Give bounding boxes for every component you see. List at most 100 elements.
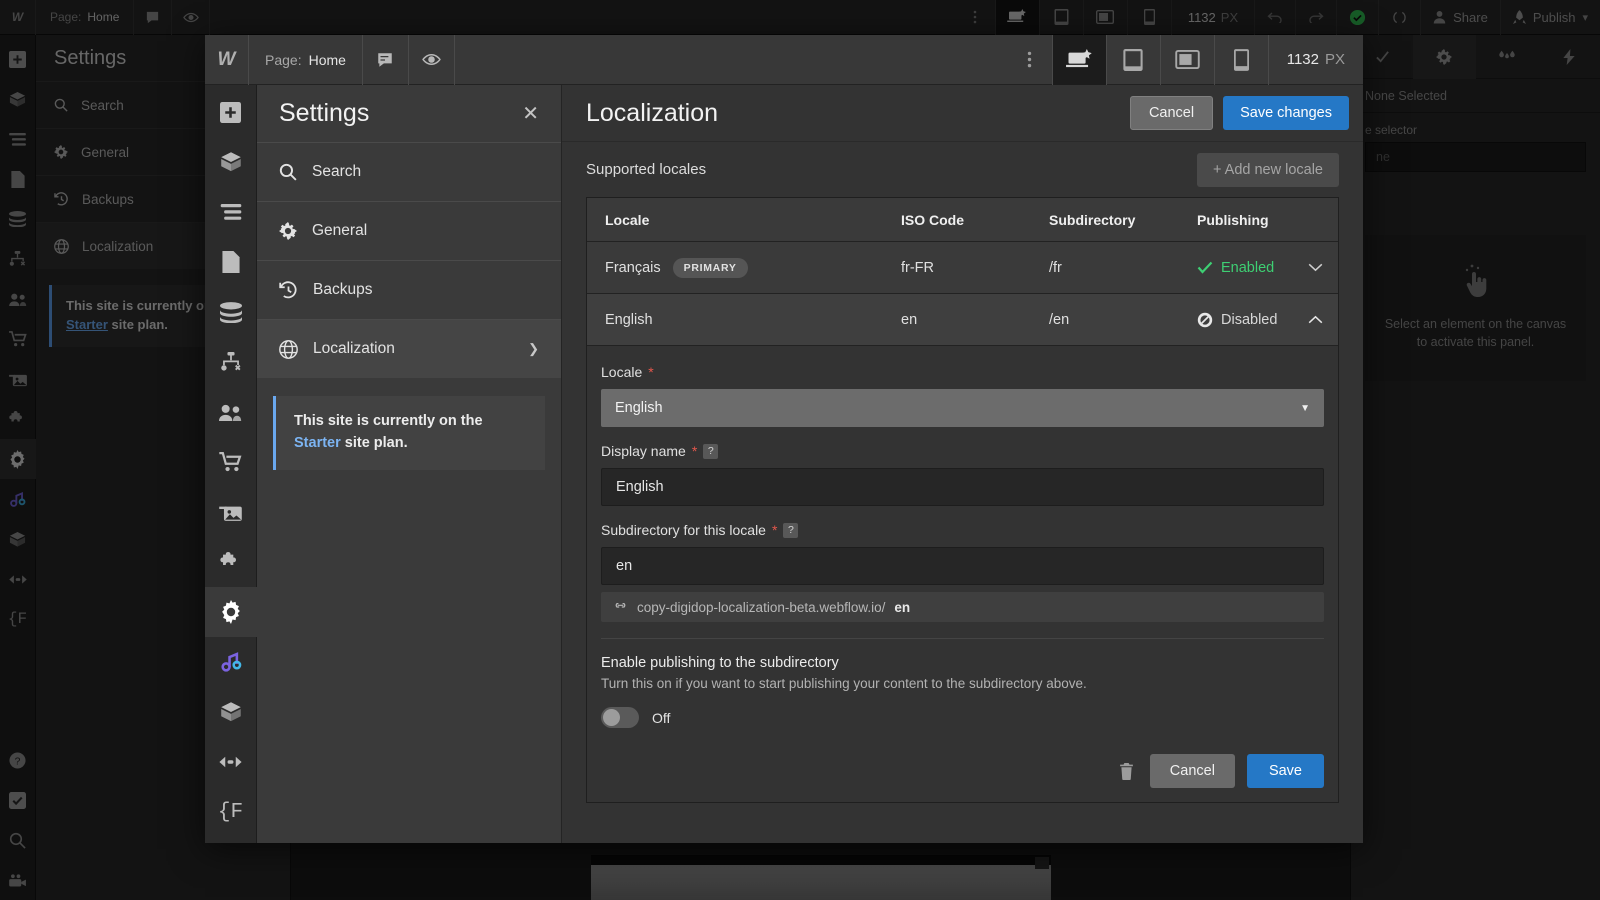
label-subdirectory-text: Subdirectory for this locale — [601, 522, 766, 538]
publishing-toggle-section: Enable publishing to the subdirectory Tu… — [601, 655, 1324, 728]
chevron-down-icon: ▼ — [1300, 402, 1310, 414]
toggle-state-label: Off — [652, 709, 671, 726]
label-display-name: Display name * ? — [601, 443, 1324, 459]
help-icon[interactable]: ? — [783, 522, 799, 538]
settings-modal: W Page: Home 1132 PX {F Settings ✕ Searc… — [204, 34, 1363, 843]
header-locale: Locale — [605, 211, 650, 228]
supported-locales-label: Supported locales — [586, 161, 707, 178]
row-expand-chevron-down-icon[interactable] — [1292, 263, 1338, 272]
header-iso: ISO Code — [901, 211, 965, 228]
localization-content: Supported locales + Add new locale Local… — [562, 142, 1363, 843]
settings-title: Settings — [279, 99, 370, 127]
url-base: copy-digidop-localization-beta.webflow.i… — [637, 599, 886, 615]
delete-locale-icon[interactable] — [1119, 762, 1134, 780]
label-subdirectory: Subdirectory for this locale * ? — [601, 522, 1324, 538]
cell-locale: English — [587, 312, 897, 328]
save-changes-button[interactable]: Save changes — [1223, 96, 1349, 130]
note-line2: site plan. — [340, 434, 408, 451]
modal-pages-icon[interactable] — [205, 237, 257, 287]
modal-page-label: Page: — [265, 51, 302, 68]
publishing-status: Enabled — [1221, 259, 1275, 276]
modal-arrows-icon[interactable] — [205, 737, 257, 787]
chevron-right-icon: ❯ — [528, 341, 539, 356]
modal-logic-icon[interactable] — [205, 337, 257, 387]
form-save-button[interactable]: Save — [1246, 754, 1324, 788]
modal-components-icon[interactable] — [205, 137, 257, 187]
display-name-input[interactable]: English — [601, 468, 1324, 506]
label-locale: Locale * — [601, 364, 1324, 380]
modal-audit-icon[interactable] — [205, 637, 257, 687]
publishing-status: Disabled — [1221, 311, 1278, 328]
modal-preview-eye-icon[interactable] — [409, 34, 455, 85]
locale-select[interactable]: English ▼ — [601, 389, 1324, 427]
add-new-locale-button[interactable]: + Add new locale — [1196, 152, 1339, 187]
cell-iso: fr-FR — [901, 259, 935, 276]
localization-header: Localization Cancel Save changes — [562, 85, 1363, 142]
modal-page-selector[interactable]: Page: Home — [249, 34, 363, 85]
settings-sidebar: Settings ✕ Search General Backups Locali… — [257, 85, 562, 843]
sidebar-label-search: Search — [312, 163, 362, 180]
table-header-row: Locale ISO Code Subdirectory Publishing — [587, 198, 1338, 242]
modal-cms-icon[interactable] — [205, 287, 257, 337]
row-collapse-chevron-up-icon[interactable] — [1292, 315, 1338, 324]
modal-ecommerce-icon[interactable] — [205, 437, 257, 487]
modal-webflow-logo-icon[interactable]: W — [205, 34, 249, 85]
cell-publishing: Disabled — [1193, 312, 1292, 328]
modal-breakpoint-landscape-icon[interactable] — [1161, 34, 1215, 85]
modal-more-options-icon[interactable] — [1007, 34, 1053, 85]
modal-apps-icon[interactable] — [205, 537, 257, 587]
header-publishing: Publishing — [1197, 211, 1269, 228]
form-divider — [601, 638, 1324, 639]
modal-comment-icon[interactable] — [363, 34, 409, 85]
publishing-toggle[interactable] — [601, 707, 639, 728]
publishing-description: Turn this on if you want to start publis… — [601, 676, 1087, 691]
modal-variables-icon[interactable]: {F — [205, 787, 257, 837]
required-mark: * — [648, 364, 654, 380]
form-cancel-button[interactable]: Cancel — [1149, 754, 1235, 788]
locales-table: Locale ISO Code Subdirectory Publishing … — [586, 197, 1339, 803]
close-icon[interactable]: ✕ — [522, 104, 539, 124]
modal-breakpoint-mobile-icon[interactable] — [1215, 34, 1269, 85]
sidebar-item-localization[interactable]: Localization ❯ — [257, 319, 561, 378]
modal-breakpoint-tablet-icon[interactable] — [1107, 34, 1161, 85]
modal-users-icon[interactable] — [205, 387, 257, 437]
modal-breakpoint-desktop-icon[interactable] — [1052, 34, 1107, 85]
locale-select-value: English — [615, 400, 663, 416]
toggle-knob — [603, 709, 620, 726]
sidebar-label-general: General — [312, 222, 368, 239]
link-icon — [615, 603, 626, 608]
required-mark: * — [691, 443, 698, 459]
modal-topbar: W Page: Home 1132 PX — [205, 34, 1363, 85]
sidebar-label-localization: Localization — [313, 340, 395, 357]
field-subdirectory: Subdirectory for this locale * ? en copy-… — [601, 522, 1324, 622]
disabled-icon — [1197, 312, 1213, 327]
cell-iso: en — [901, 311, 918, 328]
modal-viewport-number: 1132 — [1286, 51, 1319, 68]
table-row[interactable]: Français PRIMARY fr-FR /fr Enabled — [587, 242, 1338, 294]
sidebar-item-search[interactable]: Search — [257, 142, 561, 201]
publishing-toggle-row: Off — [601, 707, 1324, 728]
sidebar-item-general[interactable]: General — [257, 201, 561, 260]
modal-topbar-spacer — [455, 35, 1007, 85]
locale-name: Français — [605, 259, 661, 276]
modal-settings-icon[interactable] — [204, 587, 257, 637]
check-icon — [1197, 261, 1213, 274]
publishing-heading: Enable publishing to the subdirectory — [601, 655, 839, 671]
modal-viewport-unit: PX — [1324, 51, 1345, 68]
help-icon[interactable]: ? — [703, 443, 719, 459]
modal-viewport-width: 1132 PX — [1269, 35, 1363, 85]
subdirectory-input[interactable]: en — [601, 547, 1324, 585]
table-row[interactable]: English en /en Disabled — [587, 294, 1338, 346]
url-suffix: en — [894, 599, 911, 615]
modal-package-icon[interactable] — [205, 687, 257, 737]
cell-publishing: Enabled — [1193, 260, 1292, 276]
field-display-name: Display name * ? English — [601, 443, 1324, 506]
modal-assets-icon[interactable] — [205, 487, 257, 537]
cancel-button[interactable]: Cancel — [1129, 96, 1214, 130]
note-starter-link[interactable]: Starter — [294, 435, 341, 451]
modal-navigator-icon[interactable] — [205, 187, 257, 237]
field-locale: Locale * English ▼ — [601, 364, 1324, 427]
sidebar-item-backups[interactable]: Backups — [257, 260, 561, 319]
modal-page-value: Home — [308, 51, 346, 68]
modal-add-element-icon[interactable] — [205, 87, 257, 137]
